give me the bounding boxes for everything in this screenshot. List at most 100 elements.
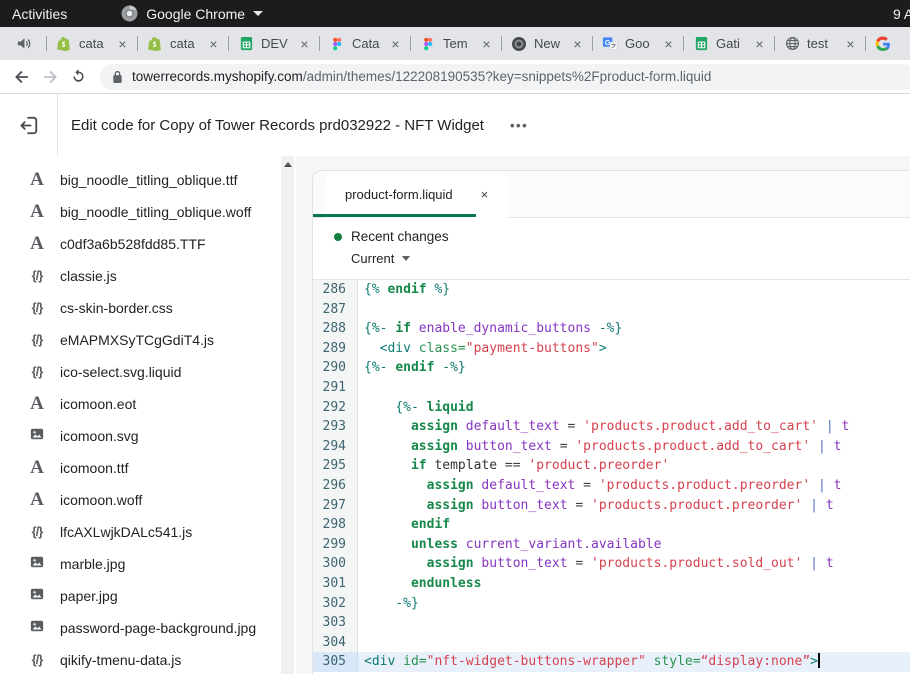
file-item[interactable]: {/}qikify-tmenu-data.js bbox=[0, 644, 296, 674]
code-line[interactable]: 286{% endif %} bbox=[313, 280, 910, 300]
code-text bbox=[358, 378, 910, 398]
browser-tab[interactable]: Gati× bbox=[684, 27, 774, 60]
reload-button[interactable] bbox=[64, 63, 92, 91]
code-line[interactable]: 288{%- if enable_dynamic_buttons -%} bbox=[313, 319, 910, 339]
code-line[interactable]: 290{%- endif -%} bbox=[313, 358, 910, 378]
code-line[interactable]: 299 unless current_variant.available bbox=[313, 535, 910, 555]
code-line[interactable]: 302 -%} bbox=[313, 594, 910, 614]
file-item[interactable]: paper.jpg bbox=[0, 580, 296, 612]
code-line[interactable]: 303 bbox=[313, 613, 910, 633]
code-text: endunless bbox=[358, 574, 910, 594]
editor-tab[interactable]: product-form.liquid × bbox=[325, 171, 508, 218]
active-tab-underline bbox=[313, 214, 476, 217]
version-dropdown[interactable]: Current bbox=[351, 251, 410, 266]
back-button[interactable] bbox=[8, 63, 36, 91]
line-number: 292 bbox=[313, 398, 358, 418]
forward-arrow-icon bbox=[40, 67, 60, 87]
code-file-icon: {/} bbox=[26, 267, 48, 285]
browser-toolbar: towerrecords.myshopify.com/admin/themes/… bbox=[0, 60, 910, 94]
line-number: 294 bbox=[313, 437, 358, 457]
code-line[interactable]: 305<div id="nft-widget-buttons-wrapper" … bbox=[313, 652, 910, 672]
code-area[interactable]: 286{% endif %}287288{%- if enable_dynami… bbox=[313, 280, 910, 674]
clock[interactable]: 9 A bbox=[893, 6, 910, 22]
code-line[interactable]: 304 bbox=[313, 633, 910, 653]
tab-title: Goo bbox=[625, 36, 654, 51]
ubuntu-top-bar: Activities Google Chrome 9 A bbox=[0, 0, 910, 27]
tab-close-icon[interactable]: × bbox=[843, 37, 858, 51]
code-line[interactable]: 294 assign button_text = 'products.produ… bbox=[313, 437, 910, 457]
tab-close-icon[interactable]: × bbox=[479, 37, 494, 51]
code-line[interactable]: 292 {%- liquid bbox=[313, 398, 910, 418]
tab-close-icon[interactable]: × bbox=[570, 37, 585, 51]
code-line[interactable]: 287 bbox=[313, 300, 910, 320]
file-item[interactable]: Abig_noodle_titling_oblique.woff bbox=[0, 196, 296, 228]
browser-tab[interactable]: cata× bbox=[47, 27, 137, 60]
code-text: endif bbox=[358, 515, 910, 535]
code-line[interactable]: 297 assign button_text = 'products.produ… bbox=[313, 496, 910, 516]
tab-title: Tem bbox=[443, 36, 472, 51]
more-actions-button[interactable]: ••• bbox=[510, 118, 528, 133]
file-item[interactable]: Aicomoon.woff bbox=[0, 484, 296, 516]
code-text: assign button_text = 'products.product.s… bbox=[358, 554, 910, 574]
line-number: 302 bbox=[313, 594, 358, 614]
file-name: qikify-tmenu-data.js bbox=[60, 652, 181, 668]
font-file-icon: A bbox=[26, 394, 48, 414]
file-item[interactable]: Abig_noodle_titling_oblique.ttf bbox=[0, 164, 296, 196]
exit-button[interactable] bbox=[0, 94, 58, 156]
file-item[interactable]: password-page-background.jpg bbox=[0, 612, 296, 644]
code-line[interactable]: 291 bbox=[313, 378, 910, 398]
code-text bbox=[358, 300, 910, 320]
activities-button[interactable]: Activities bbox=[12, 6, 67, 22]
file-item[interactable]: A bbox=[0, 156, 296, 164]
browser-tab[interactable]: cata× bbox=[138, 27, 228, 60]
file-item[interactable]: Ac0df3a6b528fdd85.TTF bbox=[0, 228, 296, 260]
browser-tab[interactable]: Cata× bbox=[320, 27, 410, 60]
code-line[interactable]: 300 assign button_text = 'products.produ… bbox=[313, 554, 910, 574]
file-name: classie.js bbox=[60, 268, 117, 284]
code-file-icon: {/} bbox=[26, 523, 48, 541]
lock-icon bbox=[112, 70, 123, 84]
app-menu-button[interactable]: Google Chrome bbox=[121, 5, 263, 22]
code-line[interactable]: 293 assign default_text = 'products.prod… bbox=[313, 417, 910, 437]
browser-tab[interactable] bbox=[866, 27, 910, 60]
browser-tab[interactable]: GGoo× bbox=[593, 27, 683, 60]
code-line[interactable]: 296 assign default_text = 'products.prod… bbox=[313, 476, 910, 496]
exit-icon bbox=[18, 115, 39, 136]
file-item[interactable]: {/}cs-skin-border.css bbox=[0, 292, 296, 324]
file-item[interactable]: {/}ico-select.svg.liquid bbox=[0, 356, 296, 388]
editor-tab-close-icon[interactable]: × bbox=[481, 187, 489, 202]
file-name: eMAPMXSyTCgGdiT4.js bbox=[60, 332, 214, 348]
file-item[interactable]: {/}lfcAXLwjkDALc541.js bbox=[0, 516, 296, 548]
scroll-up-arrow-icon[interactable] bbox=[284, 162, 292, 167]
file-item[interactable]: {/} eMAPMXSyTCgGdiT4.js bbox=[0, 324, 296, 356]
tab-close-icon[interactable]: × bbox=[661, 37, 676, 51]
code-line[interactable]: 298 endif bbox=[313, 515, 910, 535]
file-item[interactable]: {/} classie.js bbox=[0, 260, 296, 292]
file-item[interactable]: icomoon.svg bbox=[0, 420, 296, 452]
tab-close-icon[interactable]: × bbox=[297, 37, 312, 51]
browser-tab[interactable]: Tem × bbox=[411, 27, 501, 60]
shopify-icon bbox=[147, 36, 163, 52]
code-file-icon: {/} bbox=[26, 331, 48, 349]
address-bar[interactable]: towerrecords.myshopify.com/admin/themes/… bbox=[100, 64, 910, 90]
tab-close-icon[interactable]: × bbox=[115, 37, 130, 51]
browser-tab[interactable]: DEV× bbox=[229, 27, 319, 60]
line-number: 304 bbox=[313, 633, 358, 653]
file-item[interactable]: Aicomoon.ttf bbox=[0, 452, 296, 484]
browser-tab[interactable]: test× bbox=[775, 27, 865, 60]
file-item[interactable]: marble.jpg bbox=[0, 548, 296, 580]
tab-close-icon[interactable]: × bbox=[206, 37, 221, 51]
code-text: assign button_text = 'products.product.p… bbox=[358, 496, 910, 516]
forward-button[interactable] bbox=[36, 63, 64, 91]
font-file-icon: A bbox=[26, 170, 48, 190]
code-text: {%- if enable_dynamic_buttons -%} bbox=[358, 319, 910, 339]
sidebar-scrollbar[interactable] bbox=[281, 156, 294, 674]
tab-audio-indicator[interactable] bbox=[0, 36, 46, 51]
tab-close-icon[interactable]: × bbox=[752, 37, 767, 51]
code-line[interactable]: 295 if template == 'product.preorder' bbox=[313, 456, 910, 476]
tab-close-icon[interactable]: × bbox=[388, 37, 403, 51]
code-line[interactable]: 289 <div class="payment-buttons"> bbox=[313, 339, 910, 359]
file-item[interactable]: Aicomoon.eot bbox=[0, 388, 296, 420]
code-line[interactable]: 301 endunless bbox=[313, 574, 910, 594]
browser-tab[interactable]: New× bbox=[502, 27, 592, 60]
